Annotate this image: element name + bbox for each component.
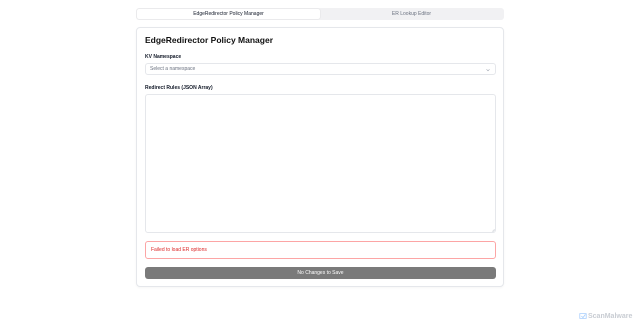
policy-manager-card: EdgeRedirector Policy Manager KV Namespa… xyxy=(136,27,504,287)
namespace-label: KV Namespace xyxy=(145,54,182,60)
tab-policy-manager[interactable]: EdgeRedirector Policy Manager xyxy=(137,9,320,19)
tab-bar: EdgeRedirector Policy Manager ER Lookup … xyxy=(136,8,504,20)
scanmalware-logo-icon xyxy=(579,313,587,319)
rules-textarea[interactable] xyxy=(145,94,496,233)
chevron-down-icon xyxy=(486,69,490,72)
rules-label: Redirect Rules (JSON Array) xyxy=(145,85,213,91)
page-title: EdgeRedirector Policy Manager xyxy=(145,35,274,45)
save-button[interactable]: No Changes to Save xyxy=(145,267,496,279)
resize-handle-icon[interactable] xyxy=(491,228,495,232)
tab-lookup-editor[interactable]: ER Lookup Editor xyxy=(320,9,503,19)
watermark: ScanMalware xyxy=(579,312,632,320)
watermark-text: ScanMalware xyxy=(588,312,633,320)
namespace-select-placeholder: Select a namespace xyxy=(150,66,196,72)
error-alert: Failed to load ER options xyxy=(145,241,496,259)
error-message: Failed to load ER options xyxy=(151,247,207,253)
namespace-select[interactable]: Select a namespace xyxy=(145,63,496,75)
